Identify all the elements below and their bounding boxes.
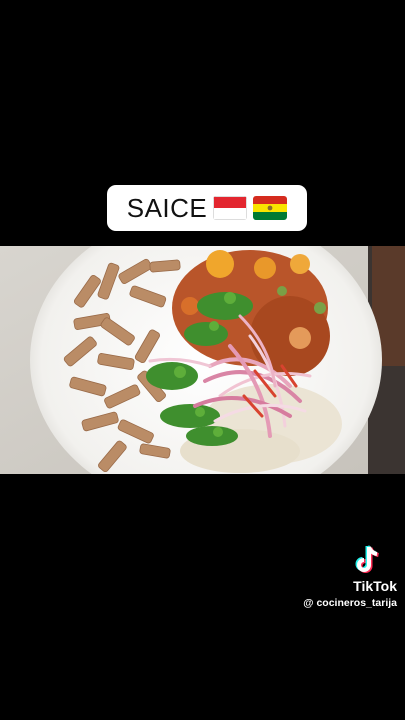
tiktok-logo-icon [353, 544, 383, 576]
tiktok-watermark: TikTok @ cocineros_tarija [277, 544, 397, 609]
flag-bolivia-icon [253, 196, 288, 220]
food-photo [0, 246, 405, 474]
creator-handle: @ cocineros_tarija [303, 597, 397, 609]
flag-indonesia-icon [213, 196, 248, 220]
title-pill: SAICE [107, 185, 307, 231]
tiktok-brand: TikTok [353, 578, 397, 594]
dish-title: SAICE [126, 192, 208, 223]
